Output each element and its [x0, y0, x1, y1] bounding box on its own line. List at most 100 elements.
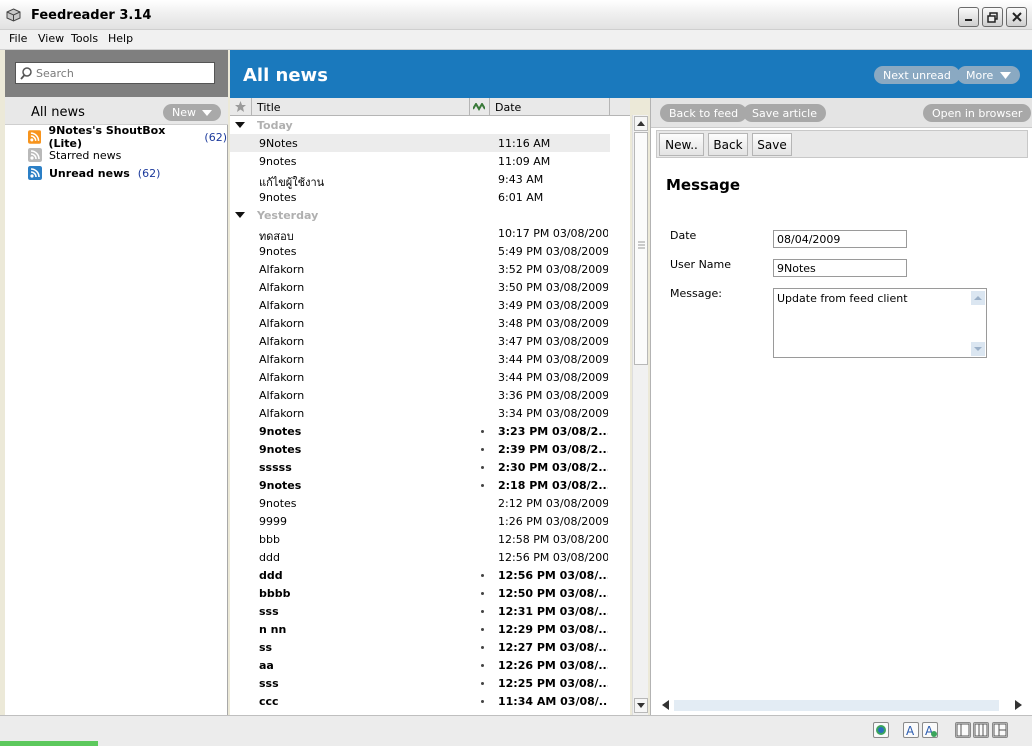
table-row[interactable]: sss 12:31 PM 03/08/...: [230, 602, 610, 620]
table-row[interactable]: 9notes 3:23 PM 03/08/2...: [230, 422, 610, 440]
table-row[interactable]: Alfakorn 3:49 PM 03/08/2009: [230, 296, 610, 314]
app-icon: [6, 8, 21, 22]
table-row[interactable]: Alfakorn 3:34 PM 03/08/2009: [230, 404, 610, 422]
row-date: 12:29 PM 03/08/...: [498, 623, 608, 636]
row-title: ddd: [259, 569, 283, 582]
table-row[interactable]: Alfakorn 3:52 PM 03/08/2009: [230, 260, 610, 278]
menu-file[interactable]: File: [9, 32, 27, 45]
table-row[interactable]: aa 12:26 PM 03/08/...: [230, 656, 610, 674]
layout-list-icon[interactable]: [955, 722, 971, 738]
table-row[interactable]: ss 12:27 PM 03/08/...: [230, 638, 610, 656]
table-row[interactable]: แก้ไขผู้ใช้งาน 9:43 AM: [230, 170, 610, 189]
save-button[interactable]: Save: [752, 133, 792, 156]
table-row[interactable]: sss 12:25 PM 03/08/...: [230, 674, 610, 692]
row-date: 12:50 PM 03/08/...: [498, 587, 608, 600]
table-row[interactable]: ddd 12:56 PM 03/08/...: [230, 566, 610, 584]
list-scrollbar[interactable]: [632, 115, 648, 715]
group-header[interactable]: Yesterday: [230, 206, 610, 224]
open-in-browser-label: Open in browser: [932, 106, 1023, 120]
scroll-left-icon[interactable]: [662, 700, 669, 710]
hscroll-track[interactable]: [674, 700, 999, 711]
table-row[interactable]: sssss 2:30 PM 03/08/2...: [230, 458, 610, 476]
menu-view[interactable]: View: [38, 32, 64, 45]
table-row[interactable]: 9Notes 11:16 AM: [230, 134, 610, 152]
row-date: 3:48 PM 03/08/2009: [498, 317, 608, 330]
table-row[interactable]: Alfakorn 3:44 PM 03/08/2009: [230, 368, 610, 386]
new-feed-button[interactable]: New: [163, 104, 221, 121]
close-button[interactable]: [1006, 7, 1027, 27]
collapse-triangle-icon[interactable]: [235, 122, 245, 128]
row-date: 3:44 PM 03/08/2009: [498, 353, 608, 366]
font-color-icon[interactable]: A: [922, 722, 938, 738]
title-column-label: Title: [257, 101, 281, 114]
minimize-button[interactable]: [958, 7, 979, 27]
textarea-scroll-down-icon[interactable]: [971, 342, 985, 356]
more-button[interactable]: More: [957, 66, 1021, 84]
message-field[interactable]: Update from feed client: [773, 288, 987, 358]
search-icon: [20, 67, 32, 80]
layout-columns-icon[interactable]: [973, 722, 989, 738]
date-column-header[interactable]: Date: [490, 98, 610, 116]
table-row[interactable]: 9notes 2:18 PM 03/08/2...: [230, 476, 610, 494]
table-row[interactable]: n nn 12:29 PM 03/08/...: [230, 620, 610, 638]
reader-hscrollbar[interactable]: [660, 697, 1026, 713]
search-input[interactable]: Search: [15, 62, 215, 84]
scroll-up-button[interactable]: [634, 116, 648, 131]
textarea-scroll-up-icon[interactable]: [971, 291, 985, 305]
font-icon[interactable]: A: [903, 722, 919, 738]
user-name-field[interactable]: [773, 259, 907, 277]
scroll-thumb[interactable]: [634, 132, 648, 365]
status-column-header[interactable]: [470, 98, 490, 116]
next-unread-button[interactable]: Next unread: [874, 66, 960, 84]
group-header[interactable]: Today: [230, 116, 610, 134]
table-row[interactable]: 9notes 6:01 AM: [230, 188, 610, 206]
title-column-header[interactable]: Title: [252, 98, 470, 116]
sync-icon[interactable]: [873, 722, 889, 738]
star-column-header[interactable]: [230, 98, 252, 116]
scroll-down-button[interactable]: [634, 698, 648, 713]
table-row[interactable]: Alfakorn 3:48 PM 03/08/2009: [230, 314, 610, 332]
save-label: Save: [757, 137, 787, 152]
table-row[interactable]: 9notes 2:12 PM 03/08/2009: [230, 494, 610, 512]
feed-label: Starred news: [49, 148, 122, 162]
row-date: 3:36 PM 03/08/2009: [498, 389, 608, 402]
table-row[interactable]: 9notes 2:39 PM 03/08/2...: [230, 440, 610, 458]
collapse-triangle-icon[interactable]: [235, 212, 245, 218]
row-title: Alfakorn: [259, 371, 305, 384]
table-row[interactable]: 9notes 5:49 PM 03/08/2009: [230, 242, 610, 260]
layout-split-icon[interactable]: [992, 722, 1008, 738]
back-to-feed-button[interactable]: Back to feed: [660, 104, 748, 122]
row-date: 12:25 PM 03/08/...: [498, 677, 608, 690]
scroll-right-icon[interactable]: [1015, 700, 1022, 710]
table-row[interactable]: Alfakorn 3:44 PM 03/08/2009: [230, 350, 610, 368]
row-date: 11:34 AM 03/08/...: [498, 695, 608, 708]
table-row[interactable]: Alfakorn 3:36 PM 03/08/2009: [230, 386, 610, 404]
row-title: Alfakorn: [259, 389, 305, 402]
open-in-browser-button[interactable]: Open in browser: [923, 104, 1032, 122]
table-row[interactable]: Alfakorn 3:50 PM 03/08/2009: [230, 278, 610, 296]
date-field[interactable]: [773, 230, 907, 248]
table-row[interactable]: ddd 12:56 PM 03/08/2009: [230, 548, 610, 566]
table-row[interactable]: Alfakorn 3:47 PM 03/08/2009: [230, 332, 610, 350]
sidebar-item-starred[interactable]: Starred news: [28, 147, 121, 163]
table-row[interactable]: 9999 1:26 PM 03/08/2009: [230, 512, 610, 530]
unread-dot-icon: [481, 664, 484, 667]
menu-help[interactable]: Help: [108, 32, 133, 45]
row-date: 3:47 PM 03/08/2009: [498, 335, 608, 348]
message-text: Update from feed client: [777, 292, 908, 305]
row-title: sssss: [259, 461, 292, 474]
table-row[interactable]: bbb 12:58 PM 03/08/2009: [230, 530, 610, 548]
new-message-button[interactable]: New..: [659, 133, 704, 156]
back-button[interactable]: Back: [708, 133, 748, 156]
menu-tools[interactable]: Tools: [71, 32, 98, 45]
row-date: 9:43 AM: [498, 173, 544, 186]
table-row[interactable]: 9notes 11:09 AM: [230, 152, 610, 170]
save-article-button[interactable]: Save article: [743, 104, 827, 122]
table-row[interactable]: ccc 11:34 AM 03/08/...: [230, 692, 610, 710]
sidebar-item-shoutbox[interactable]: 9Notes's ShoutBox (Lite) (62): [28, 124, 227, 150]
menu-bar: File View Tools Help: [0, 30, 1032, 50]
table-row[interactable]: bbbb 12:50 PM 03/08/...: [230, 584, 610, 602]
restore-button[interactable]: [982, 7, 1003, 27]
table-row[interactable]: ทดสอบ 10:17 PM 03/08/2009: [230, 224, 610, 243]
sidebar-item-unread[interactable]: Unread news (62): [28, 165, 160, 181]
